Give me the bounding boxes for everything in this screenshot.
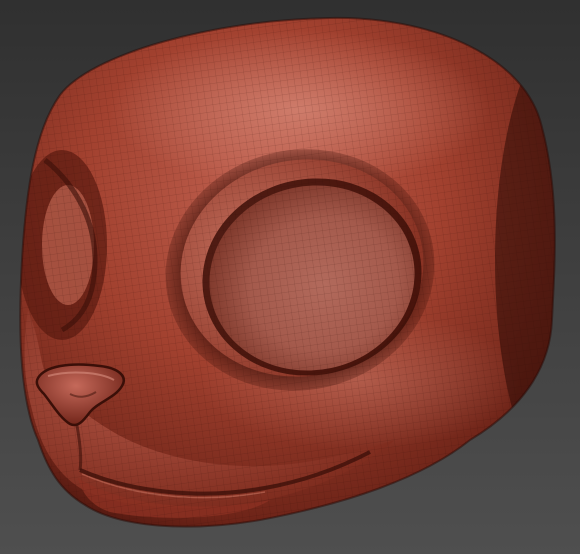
sculpt-render	[0, 0, 580, 554]
viewport	[0, 0, 580, 554]
